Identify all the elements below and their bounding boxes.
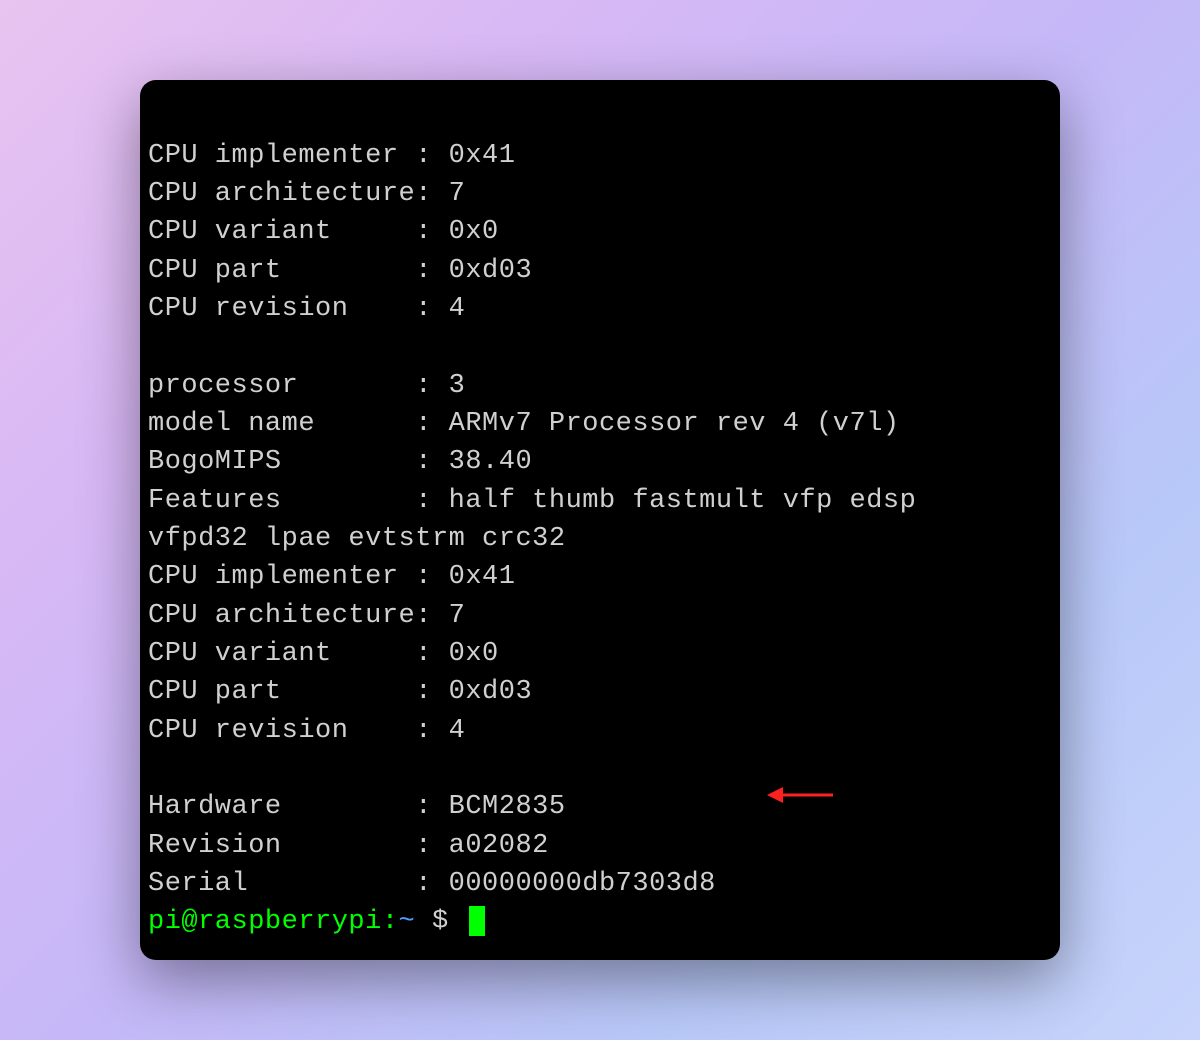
prompt-user-host: pi@raspberrypi: [148, 907, 382, 937]
output-line: CPU part : 0xd03: [148, 256, 532, 286]
output-line: Serial : 00000000db7303d8: [148, 869, 716, 899]
output-line: BogoMIPS : 38.40: [148, 447, 532, 477]
prompt-path: ~: [399, 907, 416, 937]
prompt-separator: :: [382, 907, 399, 937]
output-line: CPU part : 0xd03: [148, 677, 532, 707]
output-line: CPU variant : 0x0: [148, 639, 499, 669]
output-line: Features : half thumb fastmult vfp edsp: [148, 486, 916, 516]
terminal-cursor[interactable]: [469, 906, 485, 936]
output-line: model name : ARMv7 Processor rev 4 (v7l): [148, 409, 900, 439]
output-line: CPU revision : 4: [148, 294, 465, 324]
output-line: CPU variant : 0x0: [148, 217, 499, 247]
output-line: Revision : a02082: [148, 831, 549, 861]
output-line: CPU architecture: 7: [148, 179, 465, 209]
output-line: Hardware : BCM2835: [148, 792, 566, 822]
output-line: CPU architecture: 7: [148, 601, 465, 631]
terminal-window[interactable]: CPU implementer : 0x41 CPU architecture:…: [140, 80, 1060, 959]
output-line: vfpd32 lpae evtstrm crc32: [148, 524, 566, 554]
output-line: CPU revision : 4: [148, 716, 465, 746]
output-line: processor : 3: [148, 371, 465, 401]
terminal-output: CPU implementer : 0x41 CPU architecture:…: [148, 98, 1052, 941]
output-line: CPU implementer : 0x41: [148, 141, 515, 171]
prompt-symbol: $: [415, 907, 465, 937]
output-line: CPU implementer : 0x41: [148, 562, 515, 592]
